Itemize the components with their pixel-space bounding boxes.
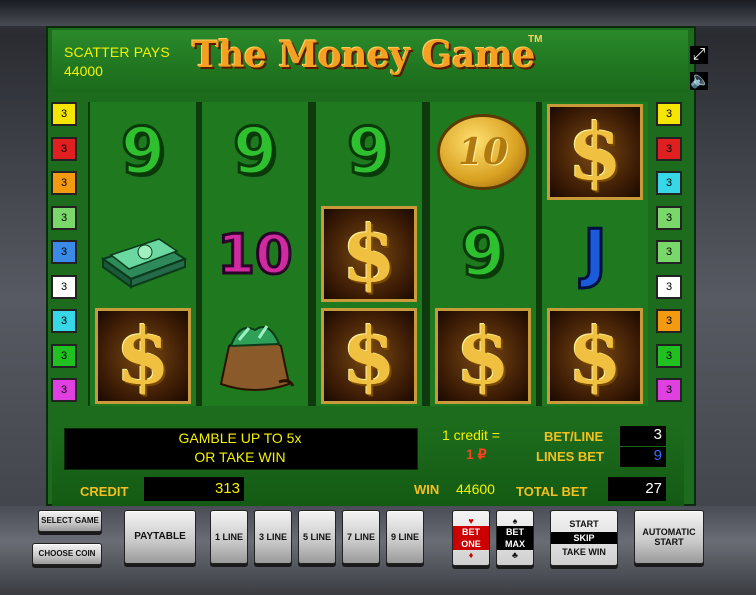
cash-stack-icon — [90, 204, 196, 304]
start-button[interactable]: START SKIP TAKE WIN — [550, 510, 618, 566]
reel: 9 10 — [202, 102, 308, 406]
bet-line-label: BET/LINE — [544, 429, 604, 444]
bet-one-label-top: BET — [453, 526, 489, 538]
bet-one-label-bottom: ONE — [453, 538, 489, 550]
sound-icon[interactable]: 🔈 — [690, 72, 710, 90]
line-indicator: 3 — [51, 136, 77, 161]
gamble-message-line2: OR TAKE WIN — [194, 449, 286, 465]
reel: 9 $ $ — [316, 102, 422, 406]
credit-rate-value: 1 ₽ — [466, 446, 487, 462]
bet-line-value: 3 — [620, 426, 666, 446]
gamble-message-line1: GAMBLE UP TO 5x — [178, 430, 302, 446]
line-indicator: 3 — [51, 274, 77, 299]
line-indicator: 3 — [656, 274, 682, 299]
spade-icon: ♠ — [512, 516, 518, 526]
choose-coin-button[interactable]: CHOOSE COIN — [32, 543, 102, 565]
select-game-button[interactable]: SELECT GAME — [38, 510, 102, 532]
total-bet-value: 27 — [608, 477, 666, 501]
bet-one-button[interactable]: ♥ BET ONE ♦ — [452, 510, 490, 566]
nine-symbol: 9 — [119, 114, 167, 191]
line-indicator: 3 — [51, 240, 77, 264]
ten-symbol: 10 — [216, 221, 294, 287]
nine-symbol: 9 — [231, 114, 279, 191]
line-indicator: 3 — [656, 205, 682, 230]
line-indicator: 3 — [51, 171, 77, 195]
line-indicator: 3 — [656, 378, 682, 402]
reel: $ J $ — [542, 102, 648, 406]
win-value: 44600 — [456, 481, 495, 497]
heart-icon: ♥ — [468, 516, 474, 526]
scatter-pays-value: 44000 — [64, 63, 103, 79]
dollar-symbol: $ — [542, 102, 648, 202]
line-indicator: 3 — [51, 309, 77, 333]
automatic-start-button[interactable]: AUTOMATIC START — [634, 510, 704, 564]
bet-max-label-bottom: MAX — [497, 538, 533, 550]
trademark: TM — [528, 34, 543, 45]
line-indicator: 3 — [51, 205, 77, 230]
jack-symbol: J — [582, 216, 609, 293]
line-indicator: 3 — [51, 378, 77, 402]
dollar-symbol: $ — [90, 306, 196, 406]
fullscreen-icon[interactable]: ⤢ — [690, 46, 708, 64]
line-indicator: 3 — [656, 343, 682, 368]
dollar-symbol: $ — [316, 204, 422, 304]
club-icon: ♣ — [512, 550, 518, 560]
dollar-symbol: $ — [430, 306, 536, 406]
dollar-symbol: $ — [542, 306, 648, 406]
reel: 9 $ — [90, 102, 196, 406]
money-bag-icon — [202, 306, 308, 406]
take-win-label: TAKE WIN — [562, 547, 606, 557]
line-7-button[interactable]: 7 LINE — [342, 510, 380, 564]
game-title: The Money Game — [192, 34, 535, 76]
line-indicator: 3 — [656, 171, 682, 195]
credit-value: 313 — [144, 477, 244, 501]
nine-symbol: 9 — [345, 114, 393, 191]
total-bet-label: TOTAL BET — [516, 484, 588, 499]
lines-bet-value: 9 — [620, 447, 666, 467]
credit-label: CREDIT — [80, 484, 129, 499]
cabinet-top — [0, 0, 756, 26]
line-1-button[interactable]: 1 LINE — [210, 510, 248, 564]
credit-rate-label: 1 credit = — [442, 427, 500, 443]
line-indicator: 3 — [656, 240, 682, 264]
diamond-icon: ♦ — [468, 550, 474, 560]
line-indicator: 3 — [51, 343, 77, 368]
paytable-button[interactable]: PAYTABLE — [124, 510, 196, 564]
skip-label: SKIP — [551, 532, 617, 544]
dollar-symbol: $ — [316, 306, 422, 406]
line-indicator: 3 — [51, 102, 77, 126]
nine-symbol: 9 — [459, 216, 507, 293]
win-label: WIN — [414, 482, 440, 497]
bet-max-button[interactable]: ♠ BET MAX ♣ — [496, 510, 534, 566]
scatter-pays-label: SCATTER PAYS — [64, 44, 170, 60]
reel: 10 9 $ — [430, 102, 536, 406]
line-5-button[interactable]: 5 LINE — [298, 510, 336, 564]
line-indicator: 3 — [656, 309, 682, 333]
lines-bet-label: LINES BET — [536, 449, 604, 464]
bet-max-label-top: BET — [497, 526, 533, 538]
coin-ten-symbol: 10 — [430, 102, 536, 202]
start-label: START — [569, 519, 599, 529]
line-9-button[interactable]: 9 LINE — [386, 510, 424, 564]
line-indicator: 3 — [656, 136, 682, 161]
line-indicator: 3 — [656, 102, 682, 126]
line-3-button[interactable]: 3 LINE — [254, 510, 292, 564]
